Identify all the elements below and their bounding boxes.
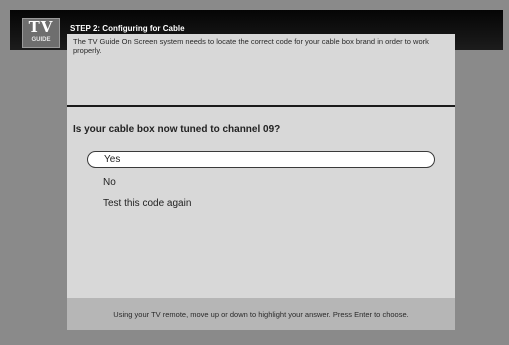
instruction-footer: Using your TV remote, move up or down to… [67,298,455,330]
intro-text: The TV Guide On Screen system needs to l… [73,37,429,55]
logo-subtext: GUIDE [31,37,51,43]
footer-hint: Using your TV remote, move up or down to… [113,309,409,319]
option-no[interactable]: No [87,172,435,193]
tv-guide-screen: The TV Guide On Screen system needs to l… [0,0,509,345]
option-label: Test this code again [103,198,192,209]
option-label: Yes [104,154,121,165]
option-yes[interactable]: Yes [87,151,435,168]
answer-options: Yes No Test this code again [87,151,435,214]
divider [67,105,455,107]
option-label: No [103,177,116,188]
content-panel: The TV Guide On Screen system needs to l… [67,34,455,330]
logo-text: TV [28,18,54,36]
option-test-again[interactable]: Test this code again [87,193,435,214]
step-title: STEP 2: Configuring for Cable [70,24,185,33]
tv-guide-logo: TV GUIDE [22,18,60,48]
question-text: Is your cable box now tuned to channel 0… [73,124,281,135]
